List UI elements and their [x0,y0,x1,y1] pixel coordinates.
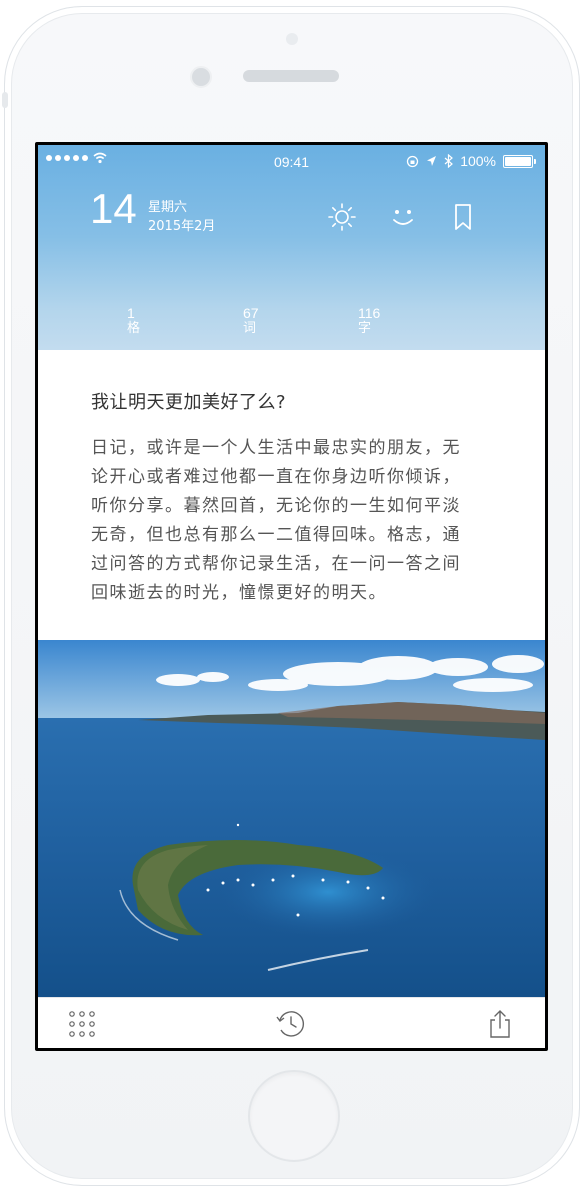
battery-percent: 100% [460,153,496,169]
entry-body-line: 回味逝去的时光，憧憬更好的明天。 [91,583,387,603]
smile-icon[interactable] [387,201,419,233]
bookmark-icon[interactable] [447,201,479,233]
sun-icon[interactable] [326,201,358,233]
app-screen: 09:41 100% 14 星期六 2015年2月 1 格 67 词 116 字… [38,145,545,1048]
phone-screen: 09:41 100% 14 星期六 2015年2月 1 格 67 词 116 字… [35,142,548,1051]
bottom-toolbar [38,997,545,1048]
stat-words: 67 词 [243,305,259,337]
grid-menu-icon[interactable] [66,1008,98,1040]
earpiece-speaker [243,70,339,82]
stat-words-value: 67 [243,305,259,321]
location-arrow-icon [427,156,437,166]
share-icon[interactable] [484,1008,516,1040]
rotation-lock-icon [407,155,419,167]
home-button[interactable] [248,1070,340,1162]
entry-content[interactable]: 我让明天更加美好了么? 日记，或许是一个人生活中最忠实的朋友，无 论开心或者难过… [38,350,545,640]
stat-cells-value: 1 [127,305,135,321]
stat-cells: 1 格 [127,305,140,337]
stat-cells-label: 格 [127,321,141,336]
entry-body-line: 论开心或者难过他都一直在你身边听你倾诉， [91,467,461,487]
status-bar: 09:41 100% [38,145,545,173]
stat-characters-value: 116 [358,305,381,321]
battery-icon [503,154,536,168]
history-clock-icon[interactable] [275,1008,307,1040]
entry-day: 14 [90,185,137,232]
entry-header: 09:41 100% 14 星期六 2015年2月 1 格 67 词 116 字 [38,145,545,350]
entry-weekday: 星期六 [148,200,188,215]
entry-body-line: 听你分享。暮然回首，无论你的一生如何平淡 [91,496,461,516]
entry-body-line: 日记，或许是一个人生活中最忠实的朋友，无 [91,438,461,458]
entry-photo[interactable] [38,640,545,997]
stat-characters-label: 字 [358,321,372,336]
entry-question: 我让明天更加美好了么? [91,392,287,413]
entry-body: 日记，或许是一个人生活中最忠实的朋友，无 论开心或者难过他都一直在你身边听你倾诉… [91,434,491,608]
front-camera [190,66,212,88]
status-right: 100% [406,153,536,169]
top-sensor [286,33,298,45]
stat-characters: 116 字 [358,305,380,337]
mute-switch [2,92,8,108]
stat-words-label: 词 [243,321,257,336]
entry-body-line: 过问答的方式帮你记录生活，在一问一答之间 [91,554,461,574]
entry-body-line: 无奇，但也总有那么一二值得回味。格志，通 [91,525,461,545]
entry-month-year: 2015年2月 [148,219,216,234]
bluetooth-icon [444,154,454,168]
